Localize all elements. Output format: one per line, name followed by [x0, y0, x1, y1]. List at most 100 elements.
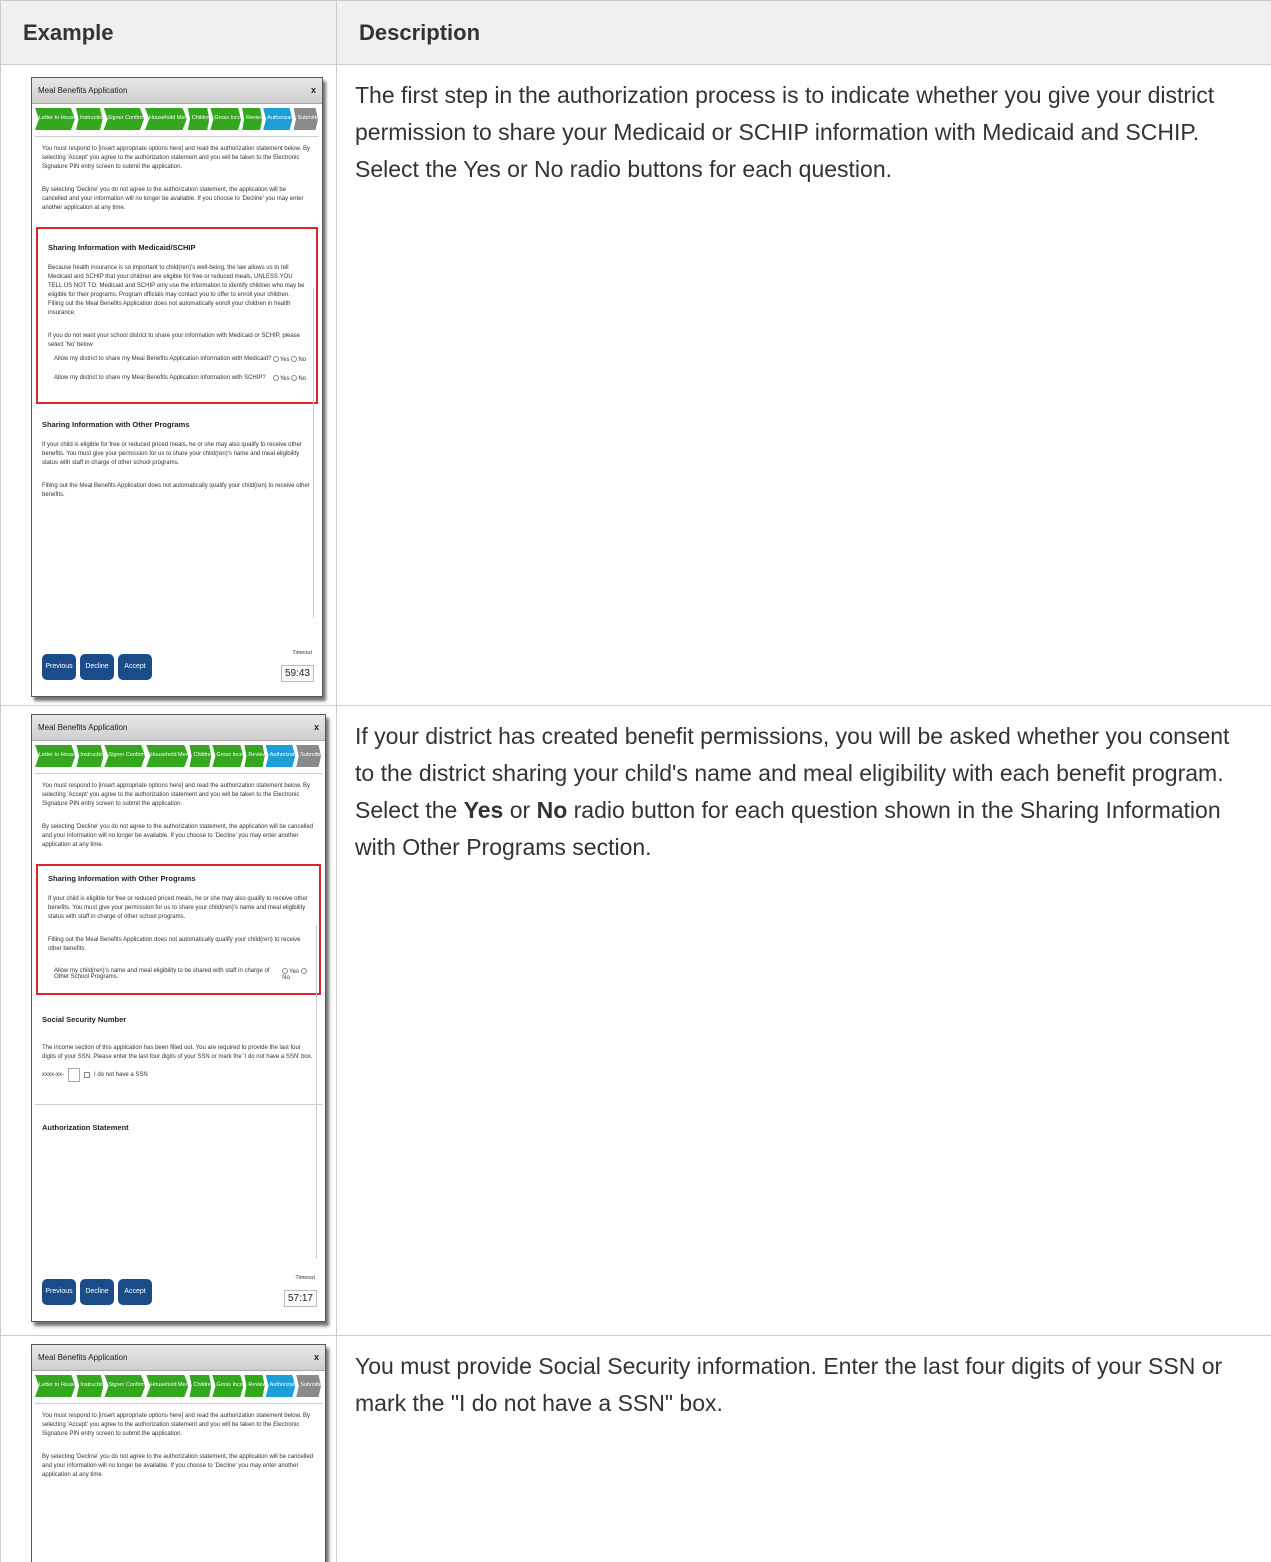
- description-text: You must provide Social Security informa…: [355, 1353, 1223, 1416]
- step-progress: Letter to Household Instructions Signer …: [35, 1375, 322, 1397]
- dialog-title-bar: Meal Benefits Application x: [32, 715, 325, 741]
- dialog-footer: Previous Decline Accept Timeout 57:17: [32, 1259, 325, 1321]
- step-submitted: Submitted: [296, 1375, 321, 1397]
- question-other: Allow my child(ren)'s name and meal elig…: [38, 968, 319, 981]
- ssn-text: The income section of this application h…: [42, 1045, 313, 1060]
- step-letter: Letter to Household: [35, 108, 75, 130]
- auth-heading: Authorization Statement: [42, 1123, 129, 1132]
- other-text: If your child is eligible for free or re…: [48, 896, 308, 920]
- highlight-medicaid: Sharing Information with Medicaid/SCHIP …: [36, 227, 318, 404]
- medicaid-text: Because health insurance is so important…: [48, 265, 305, 316]
- yes-no-radios: Yes No: [272, 356, 306, 363]
- radio-no[interactable]: [300, 968, 307, 974]
- radio-yes[interactable]: [272, 375, 279, 381]
- question-label: Allow my district to share my Meal Benef…: [54, 356, 272, 362]
- other-text-2: Filling out the Meal Benefits Applicatio…: [42, 483, 310, 498]
- step-household: Household Members: [146, 1375, 189, 1397]
- step-household: Household Members: [144, 108, 187, 130]
- divider: [35, 1403, 322, 1404]
- no-ssn-checkbox[interactable]: [84, 1072, 90, 1078]
- step-instructions: Instructions: [76, 1375, 104, 1397]
- step-review: Review: [244, 745, 265, 767]
- close-icon: x: [313, 1352, 319, 1362]
- previous-button[interactable]: Previous: [42, 654, 76, 680]
- step-submitted: Submitted: [293, 108, 318, 130]
- decline-text: By selecting 'Decline' you do not agree …: [42, 187, 304, 211]
- yes-no-radios: Yes No: [282, 968, 309, 981]
- header-example: Example: [0, 0, 337, 65]
- step-letter: Letter to Household: [35, 1375, 76, 1397]
- step-review: Review: [242, 108, 263, 130]
- close-icon: x: [310, 85, 316, 95]
- header-row: Example Description: [0, 0, 1271, 65]
- divider: [35, 1104, 322, 1105]
- highlight-other-programs: Sharing Information with Other Programs …: [36, 864, 321, 995]
- step-children: Children: [189, 745, 212, 767]
- radio-yes[interactable]: [272, 356, 279, 362]
- step-signer: Signer Confirmation: [104, 1375, 146, 1397]
- accept-button[interactable]: Accept: [118, 654, 152, 680]
- step-progress: Letter to Household Instructions Signer …: [35, 108, 319, 130]
- question-medicaid: Allow my district to share my Meal Benef…: [38, 356, 316, 363]
- timeout-label: Timeout: [295, 1275, 315, 1281]
- medicaid-prompt: If you do not want your school district …: [48, 333, 301, 348]
- step-letter: Letter to Household: [35, 745, 76, 767]
- radio-no[interactable]: [291, 375, 298, 381]
- divider: [35, 773, 322, 774]
- timeout-value: 57:17: [283, 1290, 317, 1307]
- header-description: Description: [336, 0, 1271, 65]
- intro-text: You must respond to [insert appropriate …: [42, 783, 310, 807]
- decline-button[interactable]: Decline: [80, 654, 114, 680]
- no-ssn-label: I do not have a SSN: [94, 1072, 148, 1078]
- example-cell: Meal Benefits Application x Letter to Ho…: [0, 64, 337, 706]
- no-emphasis: No: [536, 797, 568, 823]
- table-row: Meal Benefits Application x Letter to Ho…: [0, 1335, 1271, 1562]
- step-submitted: Submitted: [296, 745, 321, 767]
- description-text: or: [503, 797, 537, 823]
- table-row: Meal Benefits Application x Letter to Ho…: [0, 64, 1271, 706]
- description-text: The first step in the authorization proc…: [355, 82, 1215, 182]
- intro-text: You must respond to [insert appropriate …: [42, 146, 310, 170]
- close-icon: x: [313, 722, 319, 732]
- help-table: Example Description Meal Benefits Applic…: [0, 0, 1271, 1562]
- other-heading: Sharing Information with Other Programs: [42, 420, 190, 429]
- scrollbar[interactable]: [316, 925, 322, 1275]
- step-instructions: Instructions: [76, 745, 104, 767]
- example-screenshot-medicaid: Meal Benefits Application x Letter to Ho…: [31, 77, 323, 697]
- question-label: Allow my district to share my Meal Benef…: [54, 375, 266, 381]
- description-cell: You must provide Social Security informa…: [336, 1335, 1271, 1562]
- step-income: Gross Income: [210, 108, 242, 130]
- ssn-input[interactable]: [68, 1068, 80, 1082]
- timeout-value: 59:43: [280, 665, 314, 682]
- radio-yes[interactable]: [282, 968, 289, 974]
- intro-text: You must respond to [insert appropriate …: [42, 1413, 310, 1437]
- example-screenshot-other-programs: Meal Benefits Application x Letter to Ho…: [31, 714, 326, 1322]
- decline-button[interactable]: Decline: [80, 1279, 114, 1305]
- question-schip: Allow my district to share my Meal Benef…: [38, 375, 316, 382]
- example-cell: Meal Benefits Application x Letter to Ho…: [0, 1335, 337, 1562]
- accept-button[interactable]: Accept: [118, 1279, 152, 1305]
- description-cell: If your district has created benefit per…: [336, 705, 1271, 1336]
- step-children: Children: [189, 1375, 212, 1397]
- table-row: Meal Benefits Application x Letter to Ho…: [0, 705, 1271, 1336]
- other-text: If your child is eligible for free or re…: [42, 442, 302, 466]
- previous-button[interactable]: Previous: [42, 1279, 76, 1305]
- scrollbar[interactable]: [313, 288, 319, 618]
- step-authorization: Authorization: [263, 108, 293, 130]
- other-heading: Sharing Information with Other Programs: [48, 874, 196, 883]
- example-cell: Meal Benefits Application x Letter to Ho…: [0, 705, 337, 1336]
- step-authorization: Authorization: [265, 745, 296, 767]
- step-household: Household Members: [146, 745, 189, 767]
- example-screenshot-ssn: Meal Benefits Application x Letter to Ho…: [31, 1344, 326, 1562]
- step-children: Children: [187, 108, 210, 130]
- radio-no[interactable]: [291, 356, 298, 362]
- step-income: Gross Income: [212, 745, 244, 767]
- yes-emphasis: Yes: [463, 797, 504, 823]
- dialog-title-bar: Meal Benefits Application x: [32, 78, 322, 104]
- timeout-label: Timeout: [292, 650, 312, 656]
- yes-no-radios: Yes No: [272, 375, 306, 382]
- divider: [35, 136, 319, 137]
- dialog-footer: Previous Decline Accept Timeout 59:43: [32, 634, 322, 696]
- step-signer: Signer Confirmation: [103, 108, 144, 130]
- dialog-title: Meal Benefits Application: [38, 723, 128, 732]
